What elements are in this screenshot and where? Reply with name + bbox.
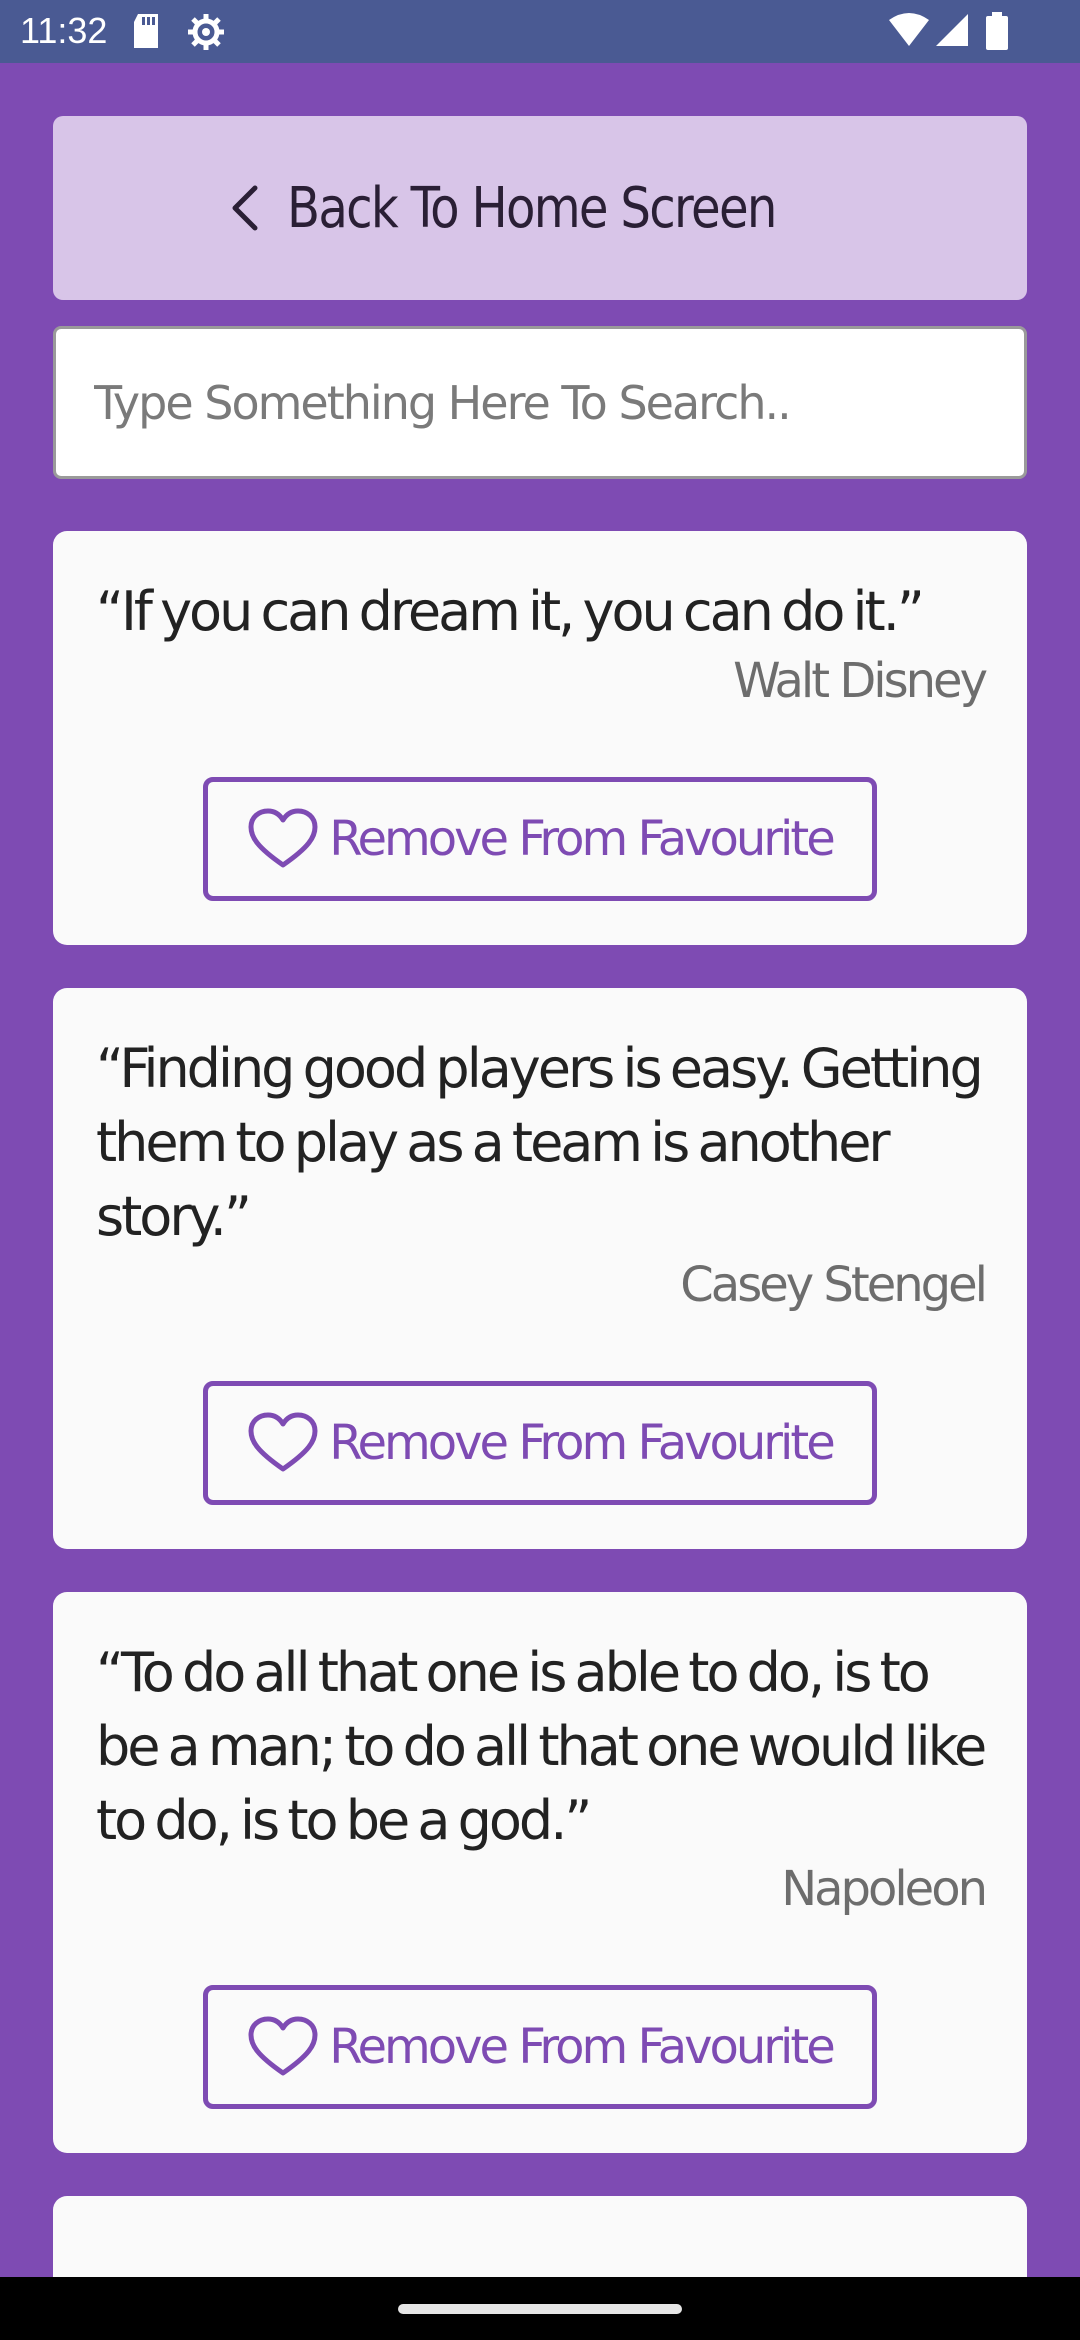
- heart-outline-icon: [248, 808, 318, 868]
- back-to-home-button[interactable]: Back To Home Screen: [53, 116, 1027, 300]
- home-gesture-handle[interactable]: [398, 2304, 682, 2314]
- quote-card: “Finding good players is easy. Getting t…: [53, 988, 1027, 1549]
- sd-card-icon: [132, 12, 162, 54]
- status-time: 11:32: [20, 10, 108, 51]
- quote-author: Walt Disney: [733, 653, 988, 709]
- status-bar: 11:32: [0, 0, 1080, 63]
- favourites-screen: Back To Home Screen “If you can dream it…: [0, 63, 1080, 2277]
- battery-icon: [986, 12, 1008, 54]
- chevron-left-icon: [232, 185, 258, 231]
- navigation-bar: [0, 2277, 1080, 2340]
- quote-card: “To do all that one is able to do, is to…: [53, 1592, 1027, 2153]
- quote-text: “Finding good players is easy. Getting t…: [96, 1037, 984, 1248]
- quote-author: Napoleon: [781, 1861, 988, 1917]
- remove-favourite-button[interactable]: Remove From Favourite: [203, 777, 877, 901]
- quote-card-partial: [53, 2196, 1027, 2277]
- quote-card: “If you can dream it, you can do it.” Wa…: [53, 531, 1027, 945]
- wifi-icon: [888, 12, 930, 52]
- remove-favourite-button[interactable]: Remove From Favourite: [203, 1985, 877, 2109]
- remove-favourite-label: Remove From Favourite: [329, 811, 835, 867]
- remove-favourite-button[interactable]: Remove From Favourite: [203, 1381, 877, 1505]
- search-input[interactable]: [56, 329, 1024, 476]
- remove-favourite-label: Remove From Favourite: [329, 1415, 835, 1471]
- heart-outline-icon: [248, 2016, 318, 2076]
- quote-text: “If you can dream it, you can do it.”: [96, 580, 925, 643]
- heart-outline-icon: [248, 1412, 318, 1472]
- remove-favourite-label: Remove From Favourite: [329, 2019, 835, 2075]
- quote-author: Casey Stengel: [680, 1257, 988, 1313]
- back-button-label: Back To Home Screen: [286, 175, 777, 241]
- settings-icon: [186, 12, 226, 56]
- quote-text: “To do all that one is able to do, is to…: [96, 1641, 987, 1852]
- signal-icon: [934, 12, 970, 52]
- search-box[interactable]: [53, 326, 1027, 479]
